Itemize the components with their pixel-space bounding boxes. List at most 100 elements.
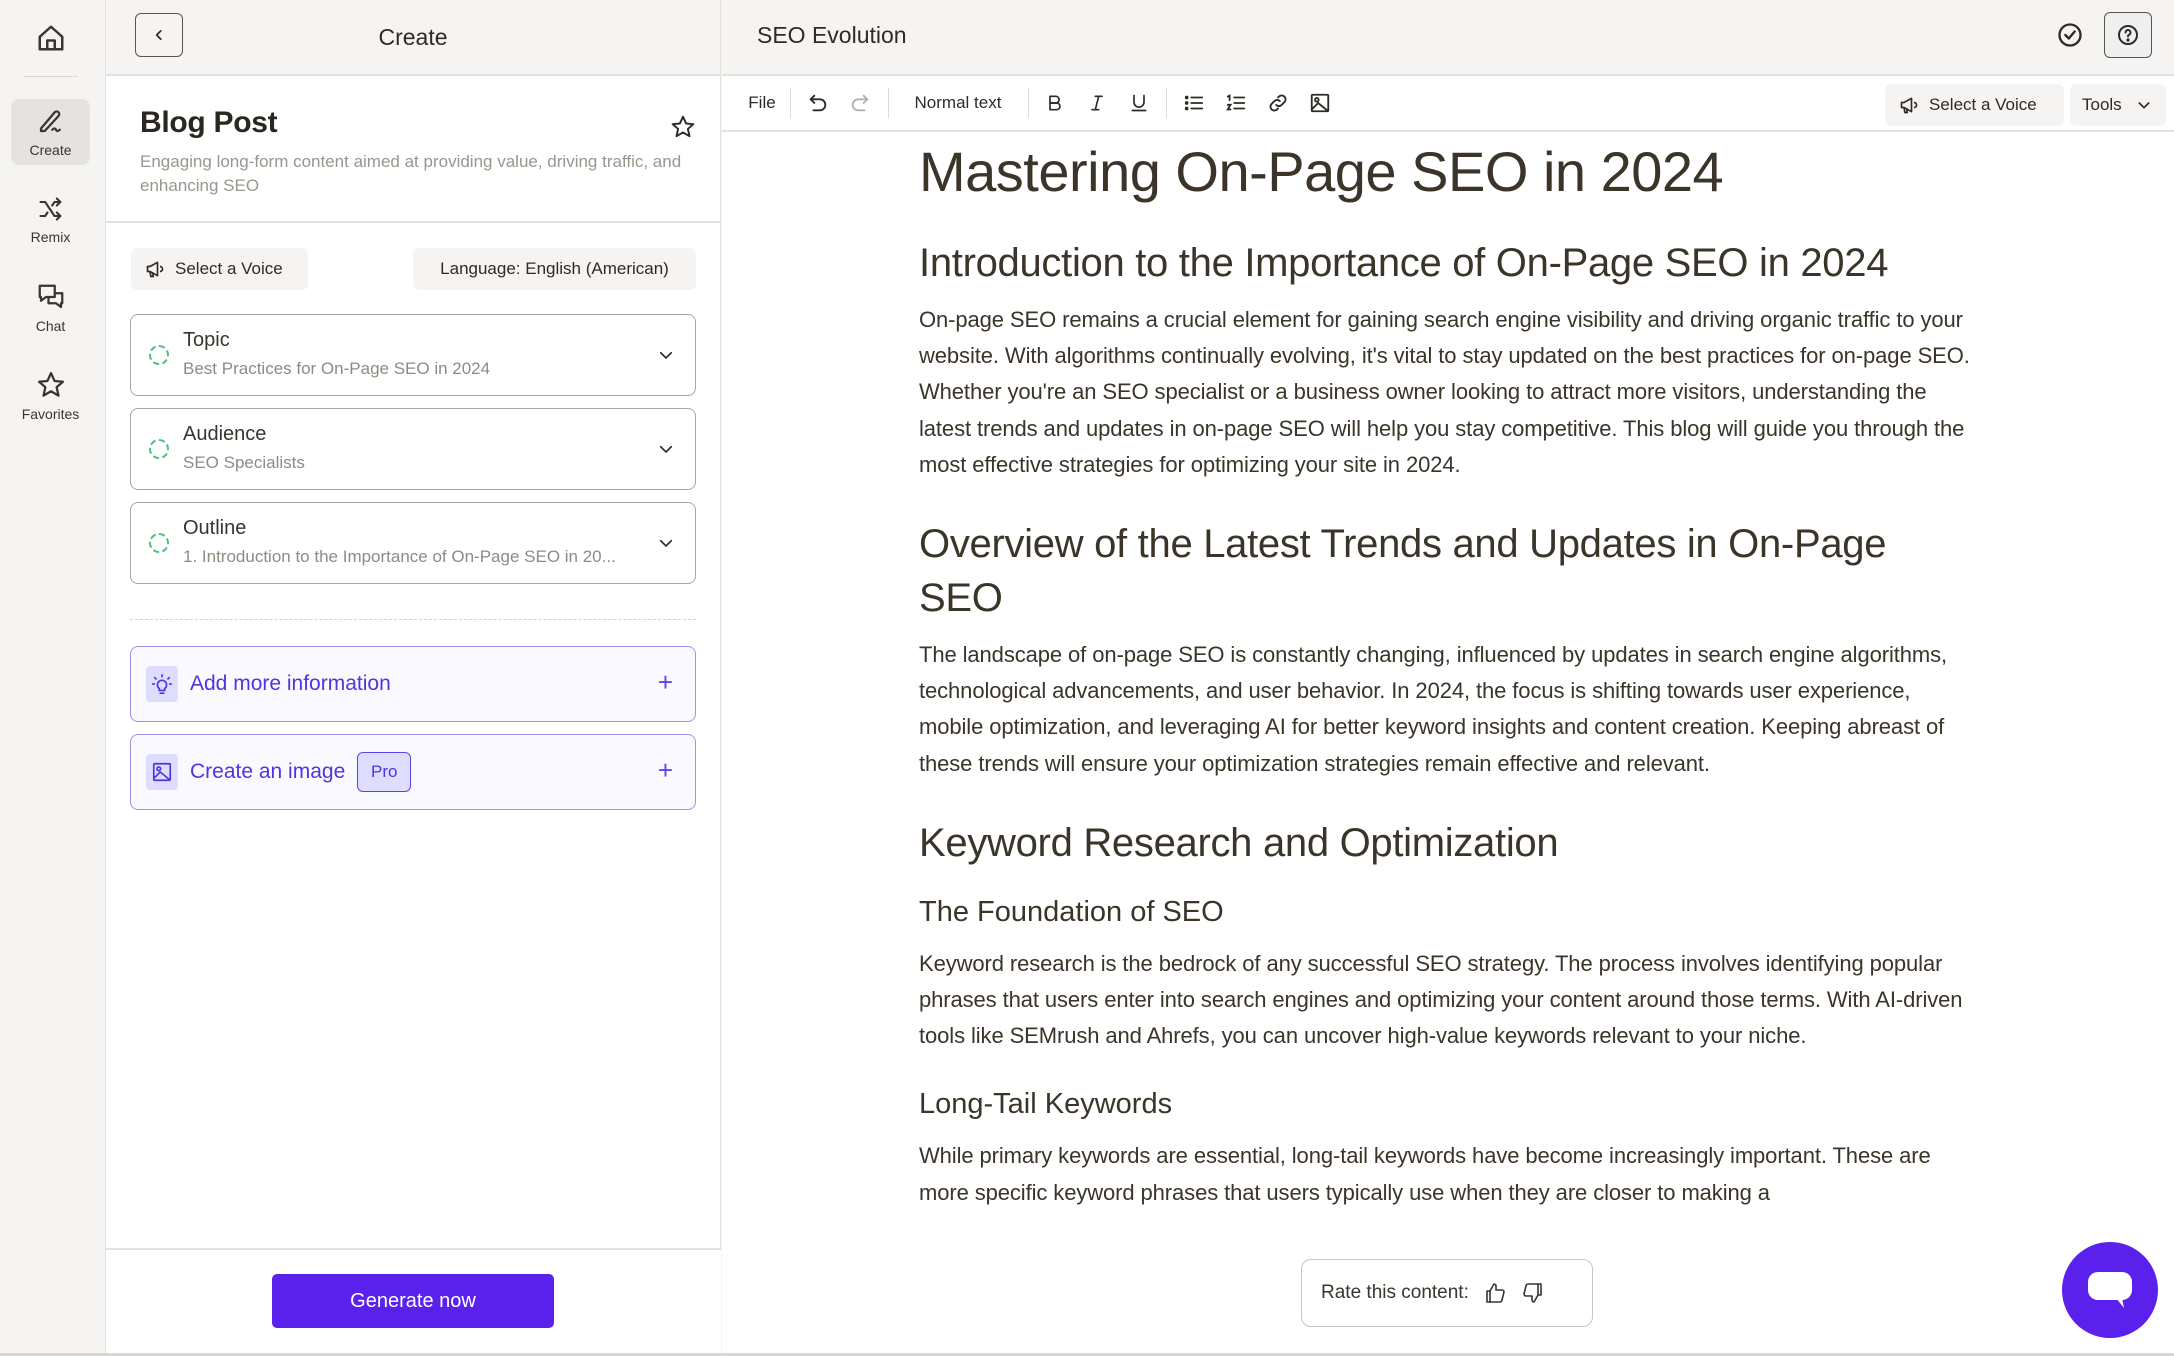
toolbar-separator — [888, 88, 889, 118]
section-paragraph: The landscape of on-page SEO is constant… — [919, 642, 1948, 776]
pro-badge: Pro — [357, 752, 412, 792]
rate-label: Rate this content: — [1321, 1282, 1469, 1303]
bold-icon — [1049, 95, 1061, 111]
tools-dropdown[interactable]: Tools — [2070, 84, 2166, 126]
rate-content-popup: Rate this content: — [1301, 1259, 1593, 1327]
field-label: Audience — [183, 423, 267, 445]
link-icon — [1269, 94, 1287, 112]
create-panel: Create Blog Post Engaging long-form cont… — [106, 0, 721, 1356]
undo-button[interactable] — [802, 76, 834, 130]
thumbs-up-button[interactable] — [1483, 1281, 1507, 1305]
rail-item-chat[interactable]: Chat — [11, 275, 90, 341]
create-header: Create — [106, 0, 720, 76]
create-title: Create — [378, 23, 448, 50]
rail-item-favorites[interactable]: Favorites — [11, 363, 90, 429]
field-value: Best Practices for On-Page SEO in 2024 — [183, 359, 491, 378]
help-icon — [2118, 25, 2138, 45]
section-heading: Introduction to the Importance of On-Pag… — [919, 241, 1889, 285]
shuffle-icon — [38, 197, 61, 221]
star-outline-icon — [671, 115, 695, 138]
italic-button[interactable] — [1082, 76, 1112, 130]
field-label: Topic — [183, 329, 230, 351]
chat-icon — [2088, 1272, 2132, 1308]
chat-support-button[interactable] — [2062, 1242, 2158, 1338]
rail-item-label: Favorites — [21, 406, 80, 422]
chevron-left-icon — [155, 30, 162, 40]
section-paragraph: While primary keywords are essential, lo… — [919, 1143, 1931, 1205]
home-icon — [38, 25, 64, 51]
select-voice-label: Select a Voice — [175, 259, 283, 278]
rail-divider — [24, 76, 78, 77]
editor-panel: SEO Evolution File Normal text Select a … — [722, 0, 2174, 1356]
template-header: Blog Post Engaging long-form content aim… — [106, 76, 720, 223]
bullet-list-icon — [1184, 95, 1204, 111]
numbered-list-button[interactable] — [1220, 76, 1252, 130]
chevron-down-icon — [659, 445, 673, 454]
megaphone-icon — [1900, 97, 1918, 114]
underline-icon — [1131, 94, 1147, 112]
add-more-information-button[interactable]: Add more information + — [130, 646, 696, 722]
outline-field[interactable]: Outline 1. Introduction to the Importanc… — [130, 502, 696, 584]
thumbs-up-icon — [1486, 1283, 1505, 1303]
toolbar-separator — [1166, 88, 1167, 118]
document-title[interactable]: SEO Evolution — [757, 22, 907, 49]
rail-item-label: Chat — [35, 318, 66, 334]
text-style-dropdown[interactable]: Normal text — [902, 76, 1014, 130]
bullet-list-button[interactable] — [1178, 76, 1210, 130]
document-content[interactable]: Mastering On-Page SEO in 2024 Introducti… — [919, 134, 1979, 1211]
section-paragraph: On-page SEO remains a crucial element fo… — [919, 307, 1970, 477]
chevron-down-icon — [659, 351, 673, 360]
action-label: Create an image — [190, 760, 346, 783]
toolbar-separator — [1028, 88, 1029, 118]
language-button[interactable]: Language: English (American) — [413, 248, 696, 290]
save-status-button[interactable] — [2056, 21, 2084, 49]
language-label: Language: English (American) — [440, 259, 669, 278]
editor-toolbar: File Normal text Select a Voice Tools — [722, 76, 2174, 132]
help-button[interactable] — [2104, 12, 2152, 58]
generate-now-button[interactable]: Generate now — [272, 1274, 554, 1328]
underline-button[interactable] — [1124, 76, 1154, 130]
undo-icon — [809, 94, 827, 112]
field-label: Outline — [183, 517, 247, 539]
tools-label: Tools — [2082, 95, 2122, 114]
insert-image-button[interactable] — [1304, 76, 1336, 130]
template-name: Blog Post — [140, 106, 278, 139]
text-style-label: Normal text — [914, 93, 1002, 112]
check-circle-icon — [2058, 23, 2082, 47]
topic-field[interactable]: Topic Best Practices for On-Page SEO in … — [130, 314, 696, 396]
rail-item-label: Remix — [30, 229, 71, 245]
rail-item-label: Create — [29, 142, 72, 158]
thumbs-down-button[interactable] — [1521, 1281, 1545, 1305]
bold-button[interactable] — [1040, 76, 1070, 130]
select-voice-button[interactable]: Select a Voice — [131, 248, 308, 290]
plus-icon: + — [657, 755, 673, 785]
rail-item-remix[interactable]: Remix — [11, 187, 90, 253]
chat-bubbles-icon — [38, 284, 63, 309]
chevron-down-icon — [659, 539, 673, 548]
pen-icon — [39, 110, 61, 133]
megaphone-icon — [146, 261, 164, 278]
favorite-template-button[interactable] — [670, 114, 696, 140]
section-heading: Keyword Research and Optimization — [919, 820, 1559, 865]
generate-bar: Generate now — [106, 1248, 721, 1356]
template-description: Engaging long-form content aimed at prov… — [140, 152, 682, 195]
audience-field[interactable]: Audience SEO Specialists — [130, 408, 696, 490]
status-dot-icon — [149, 345, 169, 365]
editor-header: SEO Evolution — [722, 0, 2174, 76]
home-button[interactable] — [31, 18, 71, 58]
thumbs-down-icon — [1523, 1283, 1542, 1303]
image-icon — [1310, 93, 1330, 113]
link-button[interactable] — [1262, 76, 1294, 130]
star-icon — [37, 372, 64, 397]
file-menu[interactable]: File — [740, 76, 784, 130]
select-voice-label: Select a Voice — [1929, 95, 2037, 114]
lightbulb-icon — [152, 674, 172, 694]
toolbar-select-voice-button[interactable]: Select a Voice — [1885, 84, 2064, 126]
status-dot-icon — [149, 439, 169, 459]
redo-button[interactable] — [844, 76, 876, 130]
redo-icon — [851, 94, 869, 112]
image-icon-box — [146, 754, 178, 790]
rail-item-create[interactable]: Create — [11, 99, 90, 165]
back-button[interactable] — [135, 13, 183, 57]
create-image-button[interactable]: Create an image Pro + — [130, 734, 696, 810]
